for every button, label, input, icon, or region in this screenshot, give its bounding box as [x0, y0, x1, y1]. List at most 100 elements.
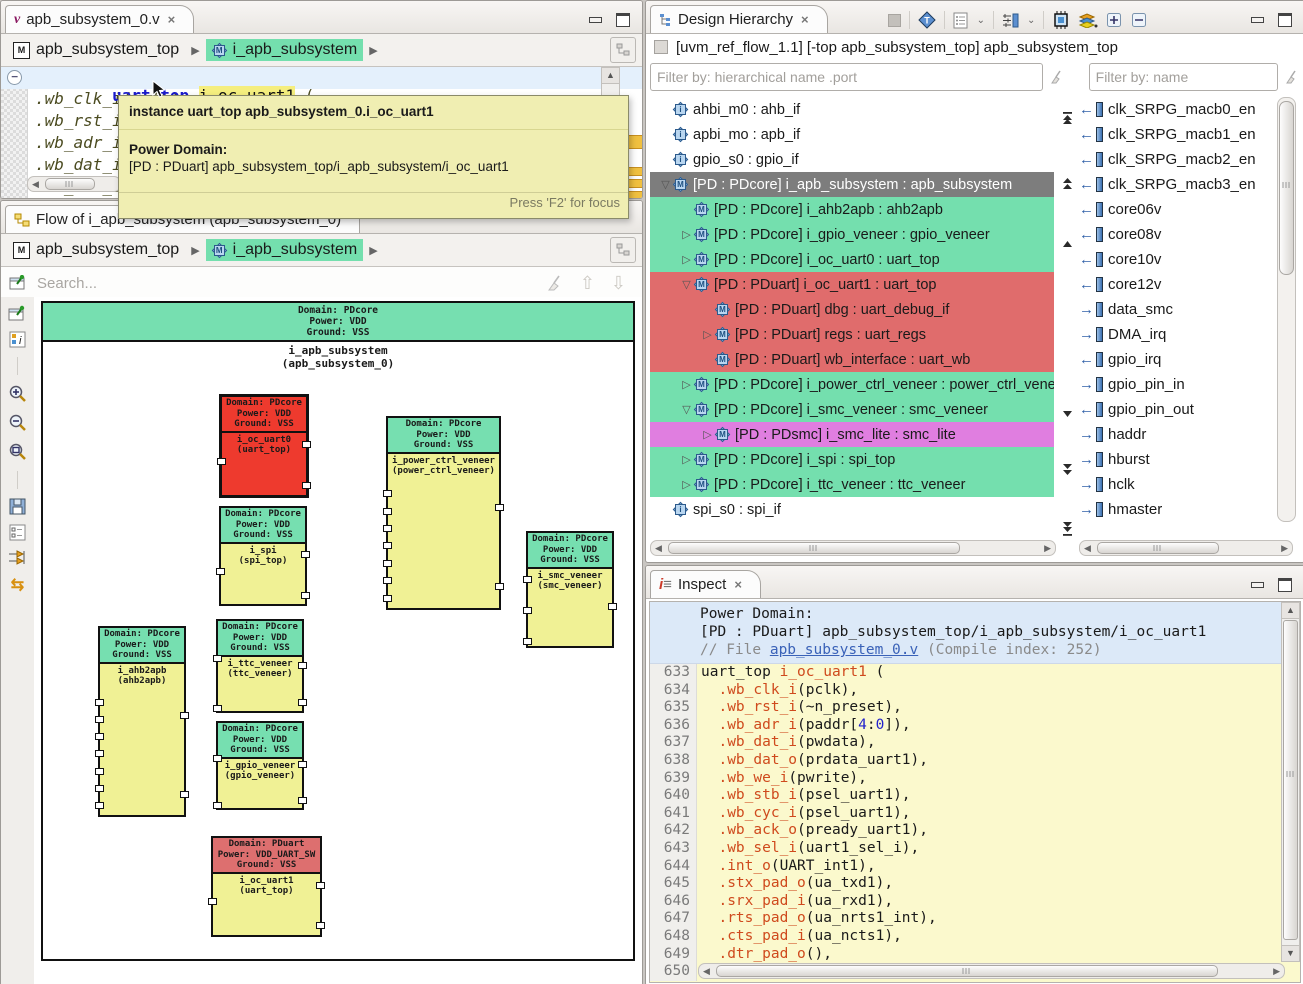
tree-expander-icon[interactable]: ▽: [679, 403, 694, 416]
tree-item-gpio_if[interactable]: igpio_s0 : gpio_if: [650, 147, 1054, 172]
chevron-down-icon[interactable]: ⌄: [1027, 15, 1035, 26]
tab-design-hierarchy[interactable]: Design Hierarchy ×: [650, 5, 828, 33]
scroll-right-icon[interactable]: ▶: [1277, 543, 1292, 554]
minimize-icon[interactable]: [1251, 582, 1264, 588]
signal-list-item[interactable]: ←clk_SRPG_macb1_en: [1079, 122, 1271, 147]
pin-window-icon[interactable]: [8, 305, 27, 322]
signal-list-item[interactable]: ←core08v: [1079, 222, 1271, 247]
tree-expander-icon[interactable]: ▷: [679, 453, 694, 466]
diagram-block-i_smc_veneer[interactable]: Domain: PDcorePower: VDDGround: VSSi_smc…: [526, 531, 614, 648]
breadcrumb-item-top[interactable]: M apb_subsystem_top: [7, 239, 185, 261]
options-icon[interactable]: [9, 524, 27, 541]
signal-list-item[interactable]: ←clk_SRPG_macb3_en: [1079, 172, 1271, 197]
chevron-down-icon[interactable]: ⌄: [977, 15, 985, 26]
info-blocks-icon[interactable]: i: [9, 331, 27, 348]
ruler-annotation-mark[interactable]: [628, 167, 643, 176]
signal-list-item[interactable]: ←core10v: [1079, 247, 1271, 272]
minimize-icon[interactable]: [589, 17, 602, 23]
signal-filter-input[interactable]: Filter by: name: [1089, 63, 1278, 91]
breadcrumb-item-top[interactable]: M apb_subsystem_top: [7, 39, 185, 61]
save-icon[interactable]: [9, 498, 27, 515]
prev-arrow-icon[interactable]: ⇧: [580, 273, 595, 294]
file-link[interactable]: apb_subsystem_0.v: [770, 642, 918, 658]
up-icon[interactable]: [1060, 237, 1075, 252]
broom-icon[interactable]: [1284, 69, 1300, 85]
ruler-annotation-mark[interactable]: [628, 191, 643, 199]
expand-all-icon[interactable]: [1106, 12, 1123, 28]
zoom-in-icon[interactable]: [8, 384, 28, 404]
scroll-down-icon[interactable]: ▼: [1282, 945, 1299, 961]
page-up-icon[interactable]: [1060, 177, 1075, 192]
down-icon[interactable]: [1060, 407, 1075, 422]
tree-expander-icon[interactable]: ▷: [679, 253, 694, 266]
diagram-block-i_ttc_veneer[interactable]: Domain: PDcorePower: VDDGround: VSSi_ttc…: [216, 619, 304, 713]
signal-list-scrollbar[interactable]: [1277, 97, 1296, 522]
signal-horizontal-scrollbar[interactable]: ◀ ▶: [1079, 540, 1293, 556]
collapse-all-icon[interactable]: [1131, 12, 1148, 28]
tree-expander-icon[interactable]: ▷: [679, 478, 694, 491]
signal-list[interactable]: ←clk_SRPG_macb0_en←clk_SRPG_macb1_en←clk…: [1079, 97, 1271, 522]
maximize-icon[interactable]: [616, 13, 630, 27]
signal-list-item[interactable]: ←gpio_pin_out: [1079, 397, 1271, 422]
scroll-left-icon[interactable]: ◀: [699, 966, 714, 977]
tree-item-ahb2apb[interactable]: M[PD : PDcore] i_ahb2apb : ahb2apb: [650, 197, 1054, 222]
inspect-vertical-scrollbar[interactable]: ▲ ▼: [1281, 602, 1300, 962]
hierarchy-filter-input[interactable]: Filter by: hierarchical name .port: [650, 63, 1043, 91]
layers-icon[interactable]: [1078, 12, 1098, 28]
chevron-right-icon[interactable]: ▶: [369, 244, 377, 257]
sliders-icon[interactable]: [1002, 12, 1019, 29]
signal-list-item[interactable]: ←clk_SRPG_macb0_en: [1079, 97, 1271, 122]
next-arrow-icon[interactable]: ⇩: [611, 273, 626, 294]
diagram-block-i_ahb2apb[interactable]: Domain: PDcorePower: VDDGround: VSSi_ahb…: [98, 626, 186, 817]
broom-icon[interactable]: [546, 274, 564, 292]
tab-apb-subsystem-0-v[interactable]: v apb_subsystem_0.v ×: [5, 5, 194, 33]
maximize-icon[interactable]: [1278, 578, 1292, 592]
scroll-left-icon[interactable]: ◀: [1080, 543, 1095, 554]
signal-list-item[interactable]: →data_smc: [1079, 297, 1271, 322]
hierarchy-tree[interactable]: iahbi_m0 : ahb_ifiapbi_mo : apb_ifigpio_…: [650, 97, 1054, 522]
diagram-block-i_power_ctrl_veneer[interactable]: Domain: PDcorePower: VDDGround: VSSi_pow…: [386, 416, 501, 610]
diagram-block-i_spi[interactable]: Domain: PDcorePower: VDDGround: VSSi_spi…: [219, 506, 307, 606]
goto-top-icon[interactable]: [1060, 111, 1075, 126]
tree-item-uart_wb[interactable]: M[PD : PDuart] wb_interface : uart_wb: [650, 347, 1054, 372]
tree-item-smc_lite[interactable]: ▷M[PD : PDsmc] i_smc_lite : smc_lite: [650, 422, 1054, 447]
trace-signals-icon[interactable]: [8, 550, 27, 566]
signal-list-item[interactable]: ←clk_SRPG_macb2_en: [1079, 147, 1271, 172]
scroll-right-icon[interactable]: ▶: [1040, 543, 1055, 554]
editor-horizontal-scrollbar[interactable]: ◀: [27, 176, 121, 192]
chevron-right-icon[interactable]: ▶: [369, 44, 377, 57]
tree-item-uart_regs[interactable]: ▷M[PD : PDuart] regs : uart_regs: [650, 322, 1054, 347]
tree-item-smc_veneer[interactable]: ▽M[PD : PDcore] i_smc_veneer : smc_venee…: [650, 397, 1054, 422]
list-filter-icon[interactable]: [953, 12, 969, 29]
power-domain-diagram[interactable]: Domain: PDcore Power: VDD Ground: VSS i_…: [34, 297, 642, 984]
tree-item-uart_top[interactable]: ▽M[PD : PDuart] i_oc_uart1 : uart_top: [650, 272, 1054, 297]
hierarchy-view-button[interactable]: [610, 237, 636, 263]
hierarchy-view-button[interactable]: [610, 37, 636, 63]
tree-item-uart_debug_if[interactable]: M[PD : PDuart] dbg : uart_debug_if: [650, 297, 1054, 322]
chevron-right-icon[interactable]: ▶: [191, 244, 199, 257]
tab-inspect[interactable]: i≡ Inspect ×: [650, 570, 761, 598]
scroll-left-icon[interactable]: ◀: [28, 179, 43, 190]
tree-expander-icon[interactable]: ▽: [679, 278, 694, 291]
ruler-annotation-mark[interactable]: [628, 135, 643, 149]
ruler-annotation-mark[interactable]: [628, 179, 643, 188]
signal-list-item[interactable]: →hburst: [1079, 447, 1271, 472]
swap-icon[interactable]: ⇆: [11, 575, 24, 595]
fold-collapse-icon[interactable]: −: [7, 70, 22, 85]
tree-item-ttc_veneer[interactable]: ▷M[PD : PDcore] i_ttc_veneer : ttc_venee…: [650, 472, 1054, 497]
tree-item-uart_top[interactable]: ▷M[PD : PDcore] i_oc_uart0 : uart_top: [650, 247, 1054, 272]
scroll-left-icon[interactable]: ◀: [651, 543, 666, 554]
breadcrumb-item-subsystem[interactable]: M i_apb_subsystem: [206, 239, 364, 261]
goto-bottom-icon[interactable]: [1060, 522, 1075, 537]
tree-item-ahb_if[interactable]: iahbi_m0 : ahb_if: [650, 97, 1054, 122]
tree-item-spi_top[interactable]: ▷M[PD : PDcore] i_spi : spi_top: [650, 447, 1054, 472]
new-window-pin-icon[interactable]: [9, 275, 27, 291]
close-icon[interactable]: ×: [801, 12, 809, 27]
chevron-right-icon[interactable]: ▶: [191, 44, 199, 57]
tree-expander-icon[interactable]: ▷: [679, 378, 694, 391]
stop-icon[interactable]: [888, 14, 901, 27]
signal-list-item[interactable]: →gpio_pin_in: [1079, 372, 1271, 397]
close-icon[interactable]: ×: [734, 577, 742, 592]
tree-horizontal-scrollbar[interactable]: ◀ ▶: [650, 540, 1056, 556]
scroll-right-icon[interactable]: ▶: [1269, 966, 1284, 977]
